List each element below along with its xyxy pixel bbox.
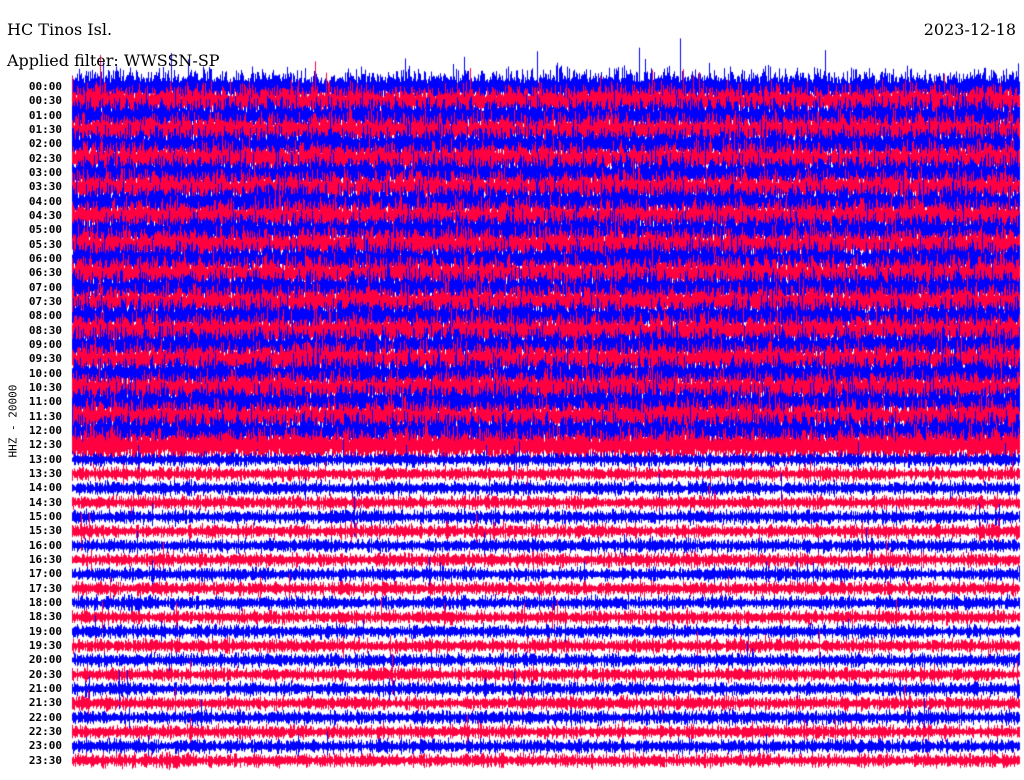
time-label: 02:00: [28, 137, 62, 151]
time-label: 03:30: [28, 180, 62, 194]
time-label: 11:00: [28, 395, 62, 409]
time-label: 22:00: [28, 710, 62, 724]
filter-label: Applied filter: WWSSN-SP: [7, 51, 220, 70]
time-label: 08:00: [28, 309, 62, 323]
time-label: 14:00: [28, 481, 62, 495]
time-label: 05:00: [28, 223, 62, 237]
time-label: 13:00: [28, 452, 62, 466]
time-label: 06:00: [28, 251, 62, 265]
time-label: 01:00: [28, 108, 62, 122]
time-label: 20:00: [28, 653, 62, 667]
time-label: 04:00: [28, 194, 62, 208]
time-label: 16:00: [28, 538, 62, 552]
time-label: 19:30: [28, 638, 62, 652]
time-label: 18:00: [28, 595, 62, 609]
time-label: 12:00: [28, 423, 62, 437]
time-label: 14:30: [28, 495, 62, 509]
time-label: 21:30: [28, 696, 62, 710]
station-title: HC Tinos Isl.: [7, 20, 113, 39]
time-label: 06:30: [28, 266, 62, 280]
helicorder-plot: [0, 0, 1024, 780]
date-label: 2023-12-18: [923, 20, 1016, 39]
time-label: 01:30: [28, 122, 62, 136]
time-label: 00:30: [28, 94, 62, 108]
time-label: 23:00: [28, 739, 62, 753]
time-label: 03:00: [28, 165, 62, 179]
time-label: 09:30: [28, 352, 62, 366]
time-label: 04:30: [28, 208, 62, 222]
time-label: 07:30: [28, 294, 62, 308]
time-label: 08:30: [28, 323, 62, 337]
time-label: 07:00: [28, 280, 62, 294]
time-label: 02:30: [28, 151, 62, 165]
time-label: 09:00: [28, 337, 62, 351]
time-label: 17:00: [28, 567, 62, 581]
time-label: 10:30: [28, 380, 62, 394]
time-label: 00:00: [28, 80, 62, 93]
time-label: 05:30: [28, 237, 62, 251]
time-label: 15:30: [28, 524, 62, 538]
time-label: 10:00: [28, 366, 62, 380]
time-label: 16:30: [28, 552, 62, 566]
time-label: 15:00: [28, 509, 62, 523]
time-label: 23:30: [28, 753, 62, 767]
time-label: 20:30: [28, 667, 62, 681]
time-label: 12:30: [28, 438, 62, 452]
time-label: 17:30: [28, 581, 62, 595]
time-label: 22:30: [28, 724, 62, 738]
time-label: 21:00: [28, 681, 62, 695]
time-label: 19:00: [28, 624, 62, 638]
time-label: 11:30: [28, 409, 62, 423]
time-label: 18:30: [28, 610, 62, 624]
time-label: 13:30: [28, 466, 62, 480]
